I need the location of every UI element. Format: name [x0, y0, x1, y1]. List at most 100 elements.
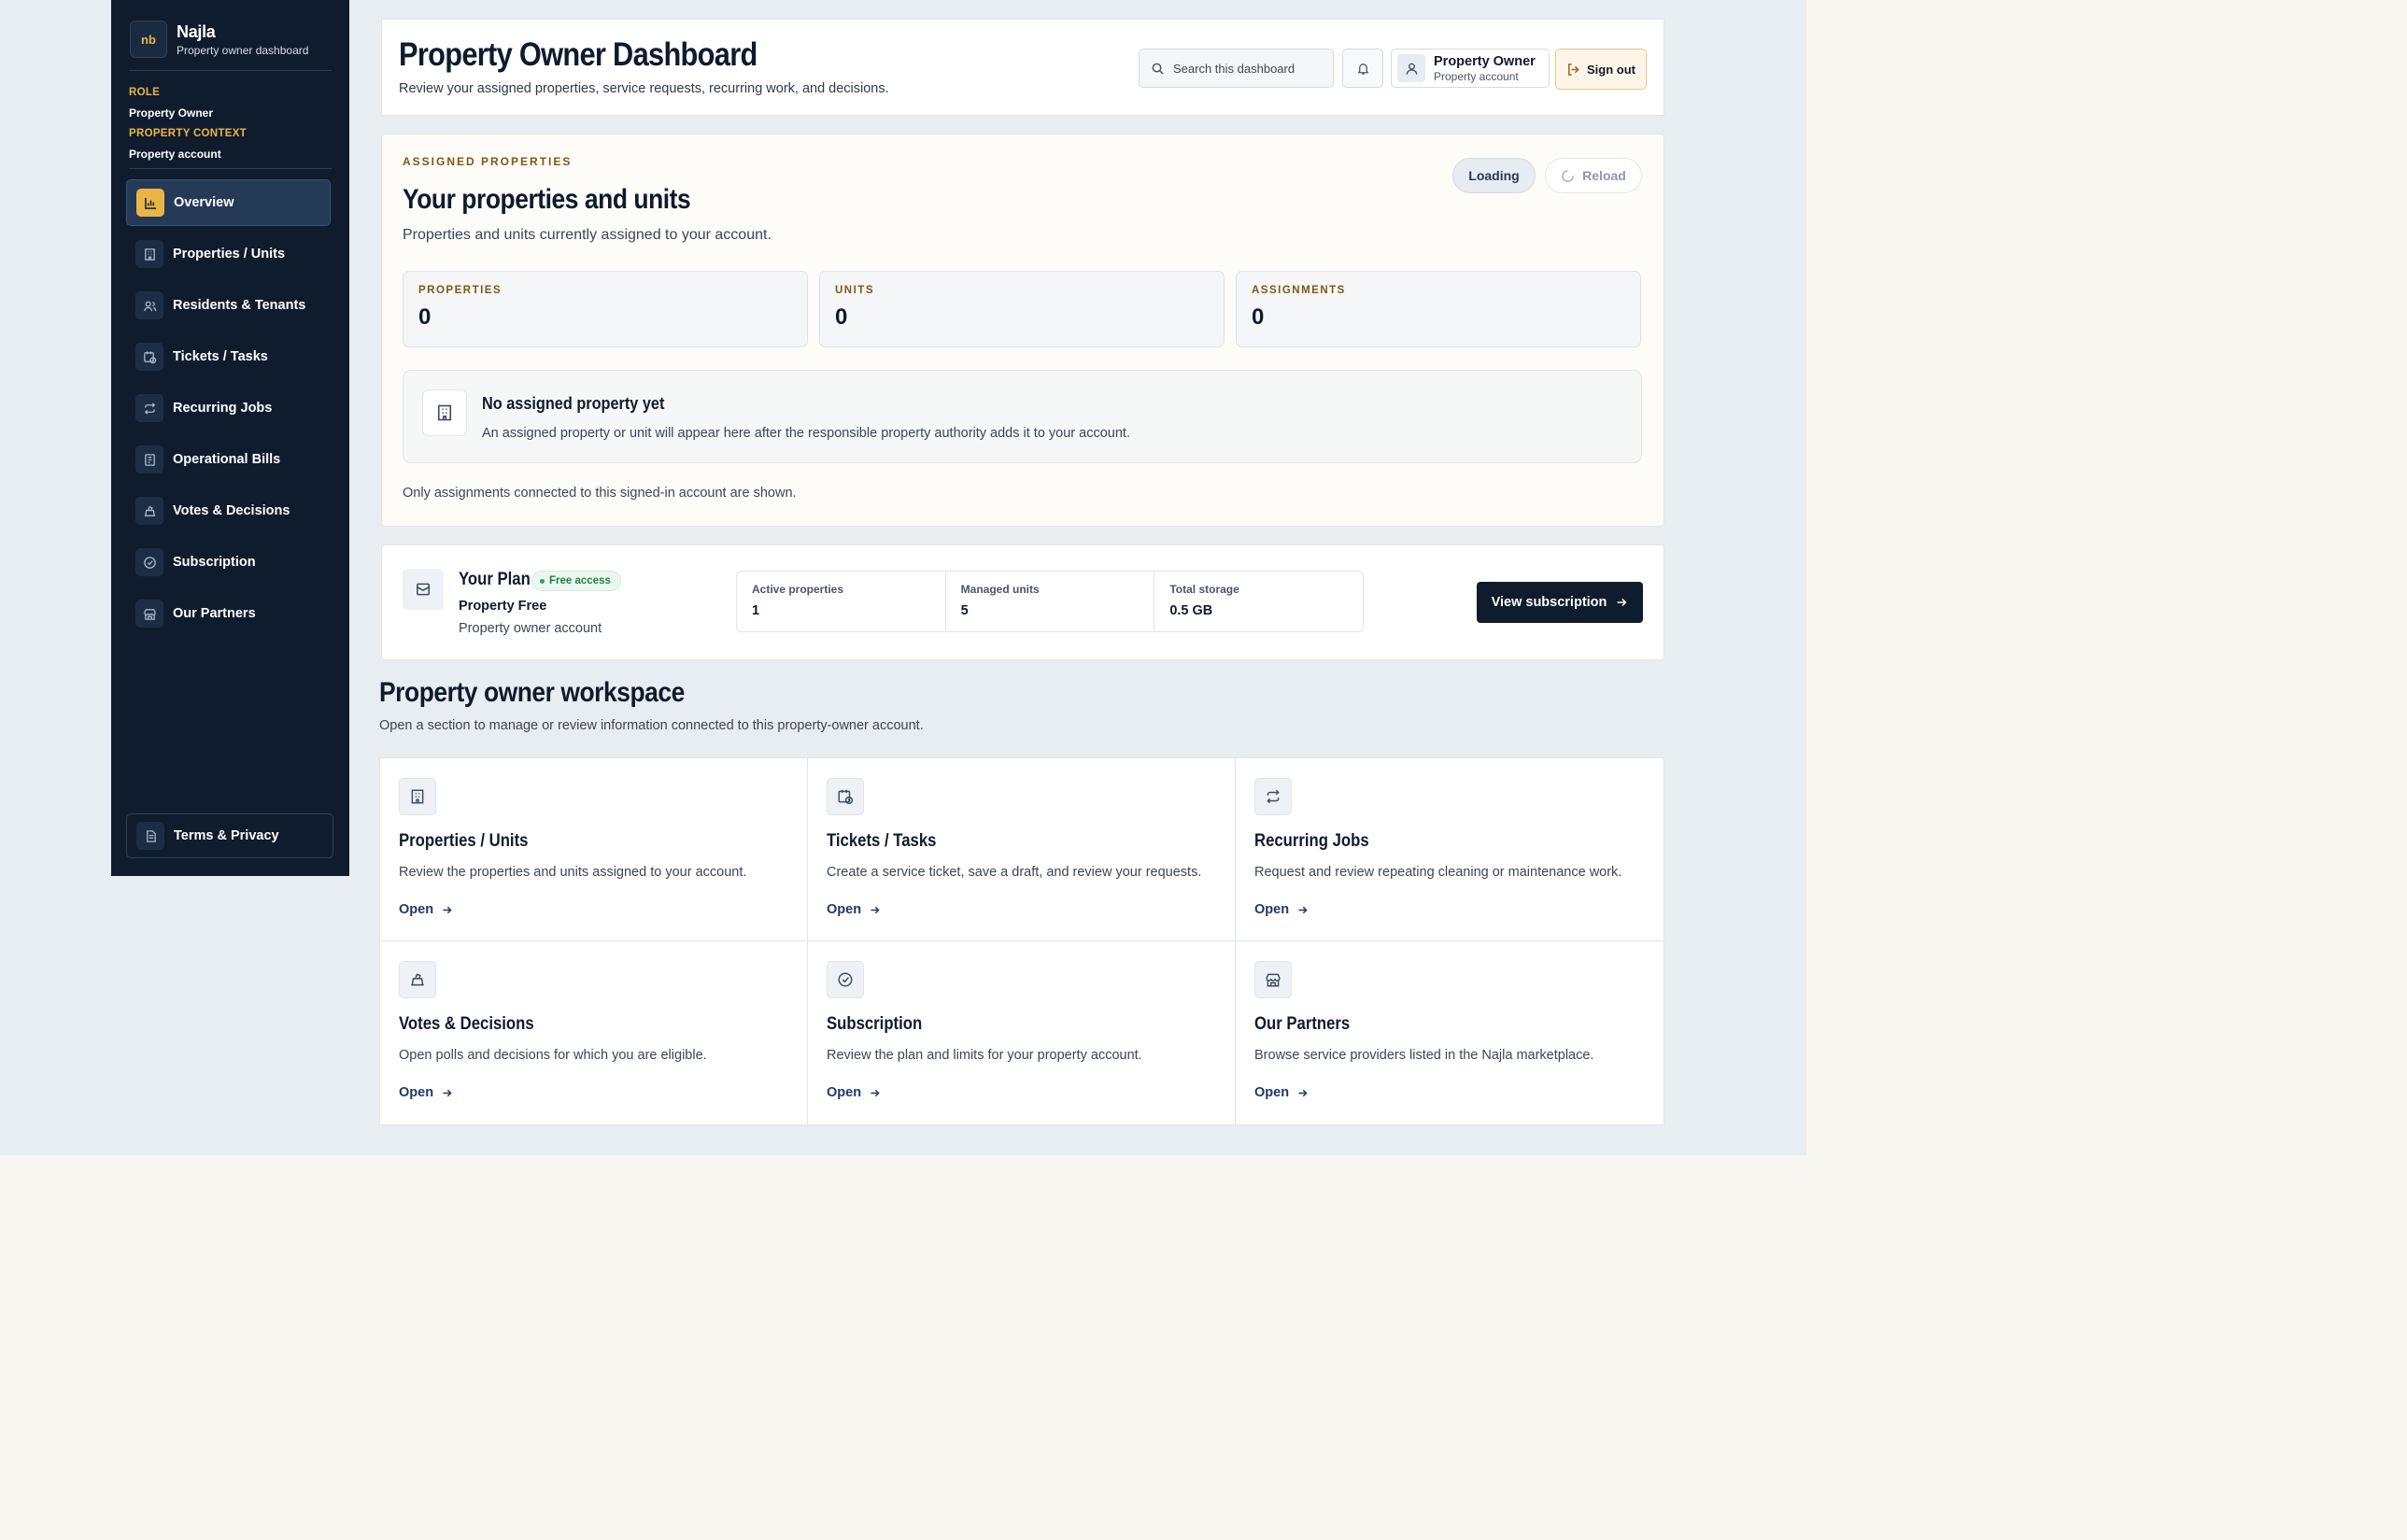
page-subtitle: Review your assigned properties, service… [399, 81, 889, 96]
open-link[interactable]: Open [1254, 902, 1309, 917]
reload-button[interactable]: Reload [1545, 158, 1642, 193]
plan-stat-value: 1 [752, 603, 760, 618]
plan-name: Property Free [459, 599, 547, 614]
card-description: Browse service providers listed in the N… [1254, 1048, 1594, 1063]
stat-label: PROPERTIES [418, 285, 503, 296]
open-label: Open [399, 1085, 434, 1100]
sidebar-item-label: Our Partners [173, 606, 256, 621]
role-value: Property Owner [129, 106, 214, 120]
notifications-button[interactable] [1342, 49, 1383, 88]
user-menu[interactable]: Property Owner Property account [1391, 49, 1550, 88]
sidebar-item-recurring-jobs[interactable]: Recurring Jobs [126, 385, 331, 431]
plan-stat-total-storage: Total storage 0.5 GB [1154, 572, 1363, 631]
plan-subtitle: Property owner account [459, 621, 602, 636]
sidebar-item-operational-bills[interactable]: Operational Bills [126, 436, 331, 483]
plan-limits: Active properties 1 Managed units 5 Tota… [736, 571, 1364, 632]
stat-label: ASSIGNMENTS [1252, 285, 1346, 296]
building-icon [422, 389, 467, 436]
search-icon [1152, 63, 1164, 75]
sign-out-icon [1568, 63, 1579, 76]
context-label: PROPERTY CONTEXT [129, 128, 247, 139]
sidebar-nav: Overview Properties / Units Residents & … [126, 179, 331, 642]
card-title: Recurring Jobs [1254, 831, 1369, 851]
open-link[interactable]: Open [827, 1085, 881, 1100]
stat-value: 0 [835, 304, 848, 330]
card-description: Review the properties and units assigned… [399, 865, 747, 880]
brand[interactable]: nb Najla Property owner dashboard [130, 21, 308, 58]
card-description: Review the plan and limits for your prop… [827, 1048, 1142, 1063]
workspace-card-votes[interactable]: Votes & Decisions Open polls and decisio… [380, 941, 808, 1124]
check-circle-icon [827, 961, 864, 998]
brand-logo: nb [130, 21, 167, 58]
stat-value: 0 [418, 304, 432, 330]
spinner-icon [1562, 169, 1575, 182]
sidebar-item-tickets[interactable]: Tickets / Tasks [126, 333, 331, 380]
role-block: ROLE Property Owner PROPERTY CONTEXT Pro… [129, 82, 247, 164]
view-subscription-button[interactable]: View subscription [1477, 582, 1643, 623]
sidebar-item-overview[interactable]: Overview [126, 179, 331, 226]
plan-title: Your Plan [459, 570, 531, 589]
stat-label: UNITS [835, 285, 874, 296]
plan-stat-active-properties: Active properties 1 [737, 572, 946, 631]
empty-state-title: No assigned property yet [482, 393, 665, 413]
workspace-card-recurring-jobs[interactable]: Recurring Jobs Request and review repeat… [1236, 758, 1664, 941]
card-description: Open polls and decisions for which you a… [399, 1048, 707, 1063]
sidebar-item-label: Tickets / Tasks [173, 349, 268, 364]
open-label: Open [827, 1085, 862, 1100]
brand-subtitle: Property owner dashboard [177, 43, 309, 57]
open-label: Open [1254, 1085, 1290, 1100]
sidebar-item-subscription[interactable]: Subscription [126, 539, 331, 586]
building-icon [135, 240, 163, 268]
sidebar-item-partners[interactable]: Our Partners [126, 590, 331, 637]
receipt-icon [135, 445, 163, 473]
sidebar-item-label: Recurring Jobs [173, 401, 273, 416]
empty-state-text: An assigned property or unit will appear… [482, 426, 1130, 441]
sidebar-item-label: Operational Bills [173, 452, 281, 467]
terms-privacy-link[interactable]: Terms & Privacy [126, 813, 333, 858]
open-link[interactable]: Open [827, 902, 881, 917]
user-name: Property Owner [1434, 53, 1536, 69]
role-label: ROLE [129, 87, 161, 98]
open-label: Open [1254, 902, 1290, 917]
section-eyebrow: ASSIGNED PROPERTIES [403, 155, 573, 168]
plan-stat-label: Managed units [960, 583, 1040, 596]
stat-card-properties: PROPERTIES 0 [403, 271, 808, 347]
arrow-right-icon [871, 906, 880, 913]
sidebar-item-votes[interactable]: Votes & Decisions [126, 487, 331, 534]
open-link[interactable]: Open [399, 1085, 453, 1100]
sidebar-item-label: Residents & Tenants [173, 298, 306, 313]
sidebar-item-label: Properties / Units [173, 247, 286, 261]
card-description: Request and review repeating cleaning or… [1254, 865, 1622, 880]
workspace-card-properties[interactable]: Properties / Units Review the properties… [380, 758, 808, 941]
plan-icon [403, 569, 444, 610]
sidebar-item-label: Votes & Decisions [173, 503, 290, 518]
arrow-right-icon [443, 1089, 452, 1096]
sidebar-item-residents[interactable]: Residents & Tenants [126, 282, 331, 329]
workspace-card-subscription[interactable]: Subscription Review the plan and limits … [808, 941, 1236, 1124]
plan-stat-label: Active properties [752, 583, 844, 596]
open-link[interactable]: Open [1254, 1085, 1309, 1100]
workspace-card-partners[interactable]: Our Partners Browse service providers li… [1236, 941, 1664, 1124]
stat-value: 0 [1252, 304, 1265, 330]
stat-card-assignments: ASSIGNMENTS 0 [1236, 271, 1641, 347]
sign-out-button[interactable]: Sign out [1555, 49, 1647, 90]
sidebar-item-label: Overview [174, 195, 234, 210]
free-access-badge: Free access [531, 571, 621, 591]
assignments-footnote: Only assignments connected to this signe… [403, 486, 797, 501]
sidebar-divider [129, 168, 332, 169]
user-icon [1406, 63, 1417, 75]
open-label: Open [399, 902, 434, 917]
stat-card-units: UNITS 0 [819, 271, 1225, 347]
users-icon [135, 291, 163, 319]
workspace-card-tickets[interactable]: Tickets / Tasks Create a service ticket,… [808, 758, 1236, 941]
terms-label: Terms & Privacy [174, 828, 279, 843]
repeat-icon [135, 394, 163, 422]
open-link[interactable]: Open [399, 902, 453, 917]
workspace-subtitle: Open a section to manage or review infor… [379, 718, 924, 733]
card-title: Properties / Units [399, 831, 529, 851]
context-value: Property account [129, 148, 221, 161]
sidebar-item-label: Subscription [173, 555, 256, 570]
assigned-properties-panel: ASSIGNED PROPERTIES Your properties and … [381, 134, 1664, 527]
sidebar-item-properties[interactable]: Properties / Units [126, 231, 331, 277]
search-input[interactable]: Search this dashboard [1139, 49, 1334, 88]
